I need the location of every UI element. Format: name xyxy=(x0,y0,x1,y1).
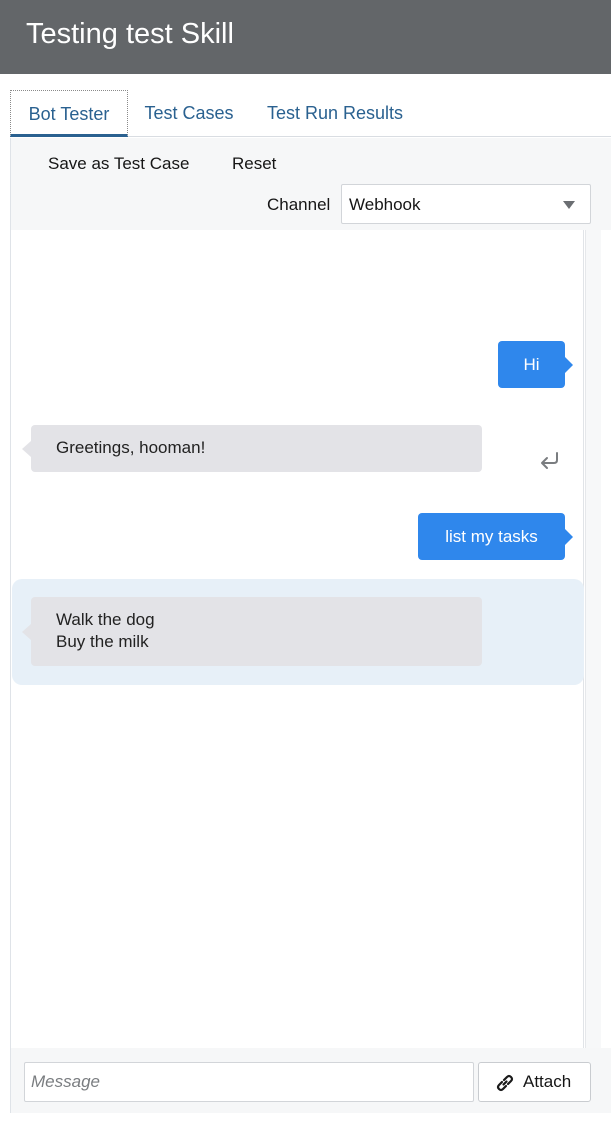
tab-bot-tester[interactable]: Bot Tester xyxy=(10,90,128,137)
attach-label: Attach xyxy=(523,1072,572,1091)
link-icon xyxy=(496,1074,514,1092)
chevron-down-icon xyxy=(563,201,575,209)
channel-label: Channel xyxy=(267,195,331,214)
user-message-bubble: list my tasks xyxy=(418,513,573,560)
conversation-area: Hi Greetings, hooman! list my tasks Walk… xyxy=(11,230,584,1048)
bot-message-bubble: Greetings, hooman! xyxy=(22,425,482,472)
conversation-scrollbar[interactable] xyxy=(585,230,601,1048)
message-input[interactable] xyxy=(24,1062,474,1102)
bot-tester-panel: Save as Test Case Reset Channel Webhook … xyxy=(10,138,611,1113)
bottom-strip xyxy=(0,1113,611,1126)
bot-message-line: Greetings, hooman! xyxy=(56,438,206,457)
title-bar: Testing test Skill xyxy=(0,0,611,74)
save-as-test-case-button[interactable]: Save as Test Case xyxy=(48,154,189,174)
tester-toolbar: Save as Test Case Reset Channel Webhook xyxy=(11,138,611,230)
bot-message-line: Walk the dog xyxy=(56,610,155,629)
channel-select[interactable]: Webhook xyxy=(341,184,591,224)
page-title: Testing test Skill xyxy=(26,18,234,50)
message-composer: Attach xyxy=(11,1048,611,1113)
user-message-bubble: Hi xyxy=(498,341,573,388)
tab-test-run-results[interactable]: Test Run Results xyxy=(256,90,414,137)
tab-test-cases[interactable]: Test Cases xyxy=(128,90,250,137)
return-arrow-icon[interactable] xyxy=(538,450,562,472)
bot-message-line: Buy the milk xyxy=(56,632,149,651)
bot-message-bubble: Walk the dog Buy the milk xyxy=(22,597,482,666)
attach-button[interactable]: Attach xyxy=(478,1062,591,1102)
reset-button[interactable]: Reset xyxy=(232,154,276,174)
tab-bar: Bot Tester Test Cases Test Run Results xyxy=(10,90,611,137)
channel-select-value: Webhook xyxy=(349,195,421,214)
